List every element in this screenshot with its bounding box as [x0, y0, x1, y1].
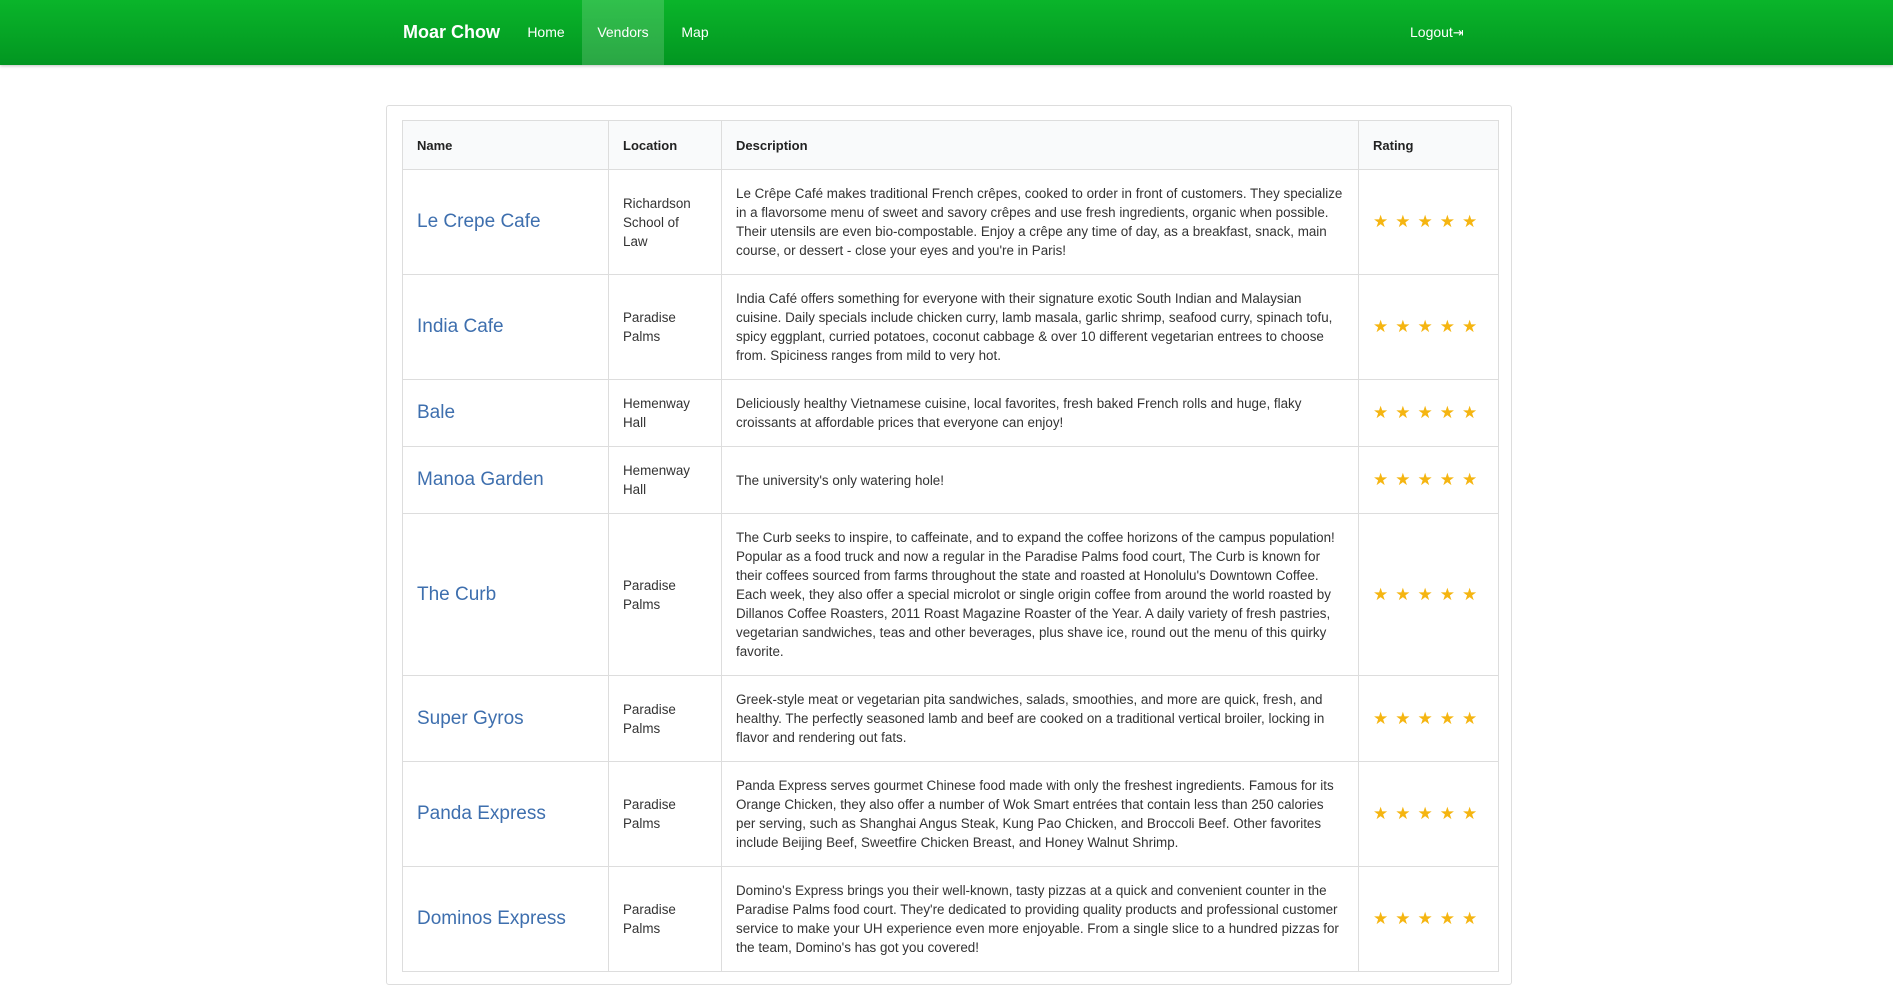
vendor-location: Hemenway Hall — [608, 379, 722, 447]
vendor-description: Greek-style meat or vegetarian pita sand… — [721, 675, 1359, 762]
vendor-name-link[interactable]: Bale — [402, 379, 609, 447]
vendor-name-link[interactable]: Le Crepe Cafe — [402, 169, 609, 275]
vendor-description: Panda Express serves gourmet Chinese foo… — [721, 761, 1359, 867]
star-rating-icon: ★★★★★ — [1373, 317, 1485, 336]
vendor-location: Paradise Palms — [608, 513, 722, 676]
logout-label: Logout — [1410, 24, 1453, 40]
vendor-location: Paradise Palms — [608, 274, 722, 380]
vendor-name-link[interactable]: Dominos Express — [402, 866, 609, 972]
vendor-rating: ★★★★★ — [1358, 446, 1499, 514]
vendor-rating: ★★★★★ — [1358, 513, 1499, 676]
star-rating-icon: ★★★★★ — [1373, 403, 1485, 422]
vendor-location: Paradise Palms — [608, 675, 722, 762]
vendor-rating: ★★★★★ — [1358, 274, 1499, 380]
table-header-row: Name Location Description Rating — [402, 120, 1499, 170]
vendor-rating: ★★★★★ — [1358, 675, 1499, 762]
vendor-description: Le Crêpe Café makes traditional French c… — [721, 169, 1359, 275]
table-row: Manoa Garden Hemenway Hall The universit… — [402, 446, 1499, 514]
vendor-rating: ★★★★★ — [1358, 866, 1499, 972]
header-description: Description — [721, 120, 1359, 170]
table-row: Le Crepe Cafe Richardson School of Law L… — [402, 169, 1499, 275]
star-rating-icon: ★★★★★ — [1373, 470, 1485, 489]
star-rating-icon: ★★★★★ — [1373, 804, 1485, 823]
vendor-name-link[interactable]: Super Gyros — [402, 675, 609, 762]
vendor-name-link[interactable]: Panda Express — [402, 761, 609, 867]
vendor-rating: ★★★★★ — [1358, 169, 1499, 275]
table-row: Bale Hemenway Hall Deliciously healthy V… — [402, 379, 1499, 447]
table-row: Super Gyros Paradise Palms Greek-style m… — [402, 675, 1499, 762]
vendor-location: Paradise Palms — [608, 761, 722, 867]
vendor-location: Paradise Palms — [608, 866, 722, 972]
header-location: Location — [608, 120, 722, 170]
header-rating: Rating — [1358, 120, 1499, 170]
vendor-description: The university's only watering hole! — [721, 446, 1359, 514]
vendor-description: India Café offers something for everyone… — [721, 274, 1359, 380]
top-navbar: Moar Chow Home Vendors Map Logout⇥ — [0, 0, 1893, 65]
star-rating-icon: ★★★★★ — [1373, 584, 1485, 604]
vendor-location: Hemenway Hall — [608, 446, 722, 514]
star-rating-icon: ★★★★★ — [1373, 708, 1485, 728]
sign-out-icon: ⇥ — [1452, 25, 1464, 40]
vendor-description: The Curb seeks to inspire, to caffeinate… — [721, 513, 1359, 676]
vendor-name-link[interactable]: Manoa Garden — [402, 446, 609, 514]
vendors-table: Name Location Description Rating Le Crep… — [402, 120, 1499, 972]
table-row: The Curb Paradise Palms The Curb seeks t… — [402, 513, 1499, 676]
vendor-description: Deliciously healthy Vietnamese cuisine, … — [721, 379, 1359, 447]
vendor-name-link[interactable]: The Curb — [402, 513, 609, 676]
vendor-description: Domino's Express brings you their well-k… — [721, 866, 1359, 972]
logout-link[interactable]: Logout⇥ — [1410, 0, 1464, 65]
header-name: Name — [402, 120, 609, 170]
vendor-rating: ★★★★★ — [1358, 761, 1499, 867]
vendor-location: Richardson School of Law — [608, 169, 722, 275]
table-row: Dominos Express Paradise Palms Domino's … — [402, 866, 1499, 972]
vendor-name-link[interactable]: India Cafe — [402, 274, 609, 380]
vendor-rating: ★★★★★ — [1358, 379, 1499, 447]
table-row: India Cafe Paradise Palms India Café off… — [402, 274, 1499, 380]
nav-home-link[interactable]: Home — [514, 0, 578, 65]
nav-map-link[interactable]: Map — [666, 0, 724, 65]
star-rating-icon: ★★★★★ — [1373, 909, 1485, 928]
table-row: Panda Express Paradise Palms Panda Expre… — [402, 761, 1499, 867]
nav-vendors-link[interactable]: Vendors — [582, 0, 664, 65]
brand-link[interactable]: Moar Chow — [403, 0, 500, 65]
star-rating-icon: ★★★★★ — [1373, 212, 1485, 231]
